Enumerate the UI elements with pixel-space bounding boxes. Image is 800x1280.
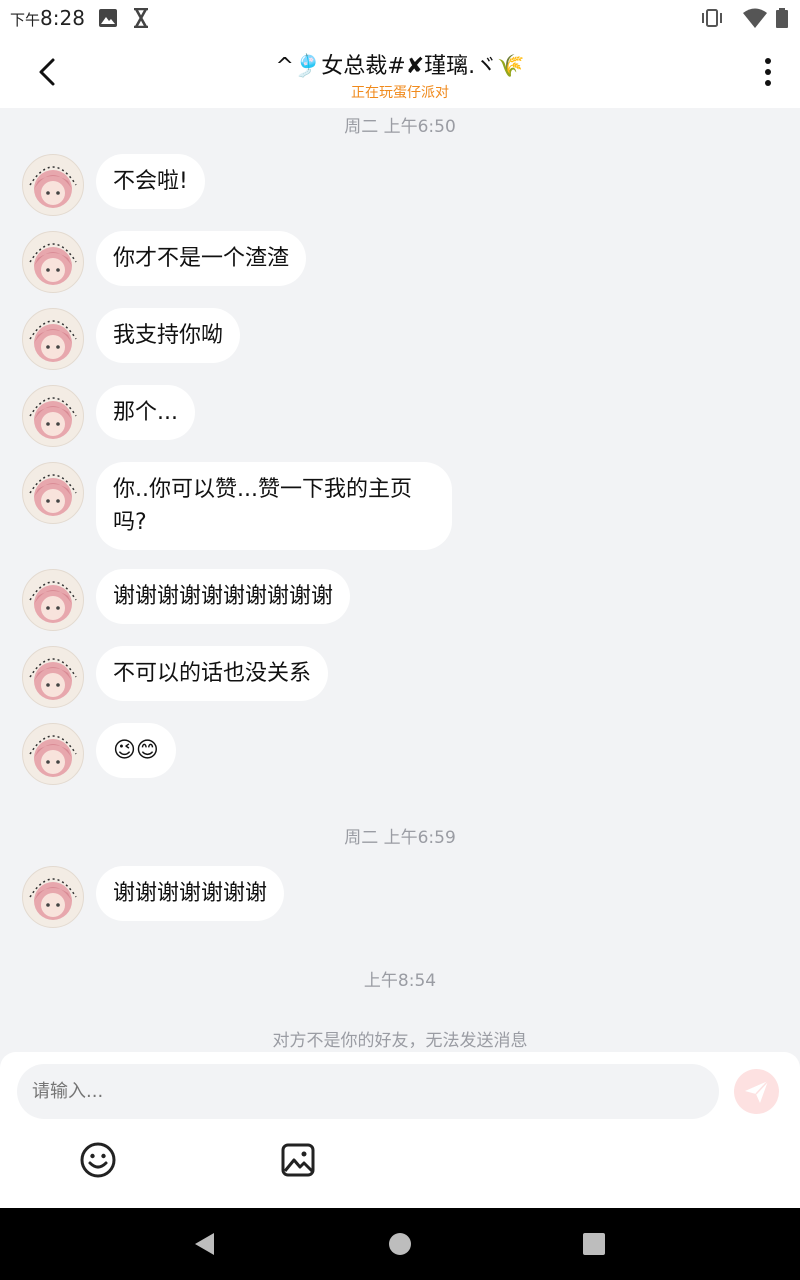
chat-header: ^🎐女总裁#✘瑾璃.ヾ🌾 正在玩蛋仔派对 [0,36,800,108]
image-icon[interactable] [278,1140,318,1180]
message-bubble[interactable]: 不会啦! [96,154,205,209]
timestamp: 周二 上午6:59 [344,828,456,848]
message-bubble[interactable]: 不可以的话也没关系 [96,646,329,701]
vibrate-icon [702,9,722,27]
message-bubble[interactable]: 你才不是一个渣渣 [96,231,307,286]
contact-status: 正在玩蛋仔派对 [351,85,449,101]
message-bubble[interactable]: 那个... [96,385,195,440]
message-bubble[interactable]: 谢谢谢谢谢谢谢谢谢谢 [96,569,351,624]
timestamp: 上午8:54 [363,971,437,991]
avatar[interactable] [22,866,84,928]
status-bar: 下午8:28 [0,0,800,36]
recents-square-icon[interactable] [580,1230,608,1258]
message-bubble[interactable]: 我支持你呦 [96,308,241,363]
home-circle-icon[interactable] [386,1230,414,1258]
status-time: 下午8:28 [10,6,85,30]
message-bubble[interactable]: 谢谢谢谢谢谢谢 [96,866,285,921]
status-clock: 8:28 [40,6,85,30]
more-vertical-icon[interactable] [756,54,780,90]
send-icon [745,1080,769,1103]
avatar[interactable] [22,308,84,370]
system-nav-bar [0,1208,800,1280]
header-title-group: ^🎐女总裁#✘瑾璃.ヾ🌾 正在玩蛋仔派对 [150,48,650,102]
chat-list[interactable]: 周二 上午6:50 不会啦! 你才不是一个渣渣 我支持你呦 那个... 你..你… [0,108,800,1052]
avatar[interactable] [22,569,84,631]
timestamp: 周二 上午6:50 [344,117,456,137]
wifi-icon [743,8,767,28]
contact-name: ^🎐女总裁#✘瑾璃.ヾ🌾 [275,54,525,79]
message-input[interactable] [17,1064,719,1119]
back-triangle-icon[interactable] [190,1230,218,1258]
emoji-icon[interactable] [78,1140,118,1180]
input-area [0,1052,800,1208]
avatar[interactable] [22,385,84,447]
hourglass-icon [134,8,148,28]
back-arrow-icon[interactable] [30,54,66,90]
message-bubble[interactable]: 你..你可以赞...赞一下我的主页吗? [96,462,452,550]
avatar[interactable] [22,646,84,708]
battery-icon [776,8,788,28]
avatar[interactable] [22,723,84,785]
not-friend-notice: 对方不是你的好友，无法发送消息 [272,1031,528,1051]
avatar[interactable] [22,231,84,293]
message-bubble[interactable]: 😉😊 [96,723,176,778]
status-am-pm: 下午 [10,11,41,29]
image-icon [99,9,117,27]
avatar[interactable] [22,154,84,216]
avatar[interactable] [22,462,84,524]
send-button[interactable] [734,1069,779,1114]
chat-screen: 下午8:28 ^🎐女总裁#✘瑾璃.ヾ🌾 正在玩蛋仔派对 周二 上午6:50 不会… [0,0,800,1280]
